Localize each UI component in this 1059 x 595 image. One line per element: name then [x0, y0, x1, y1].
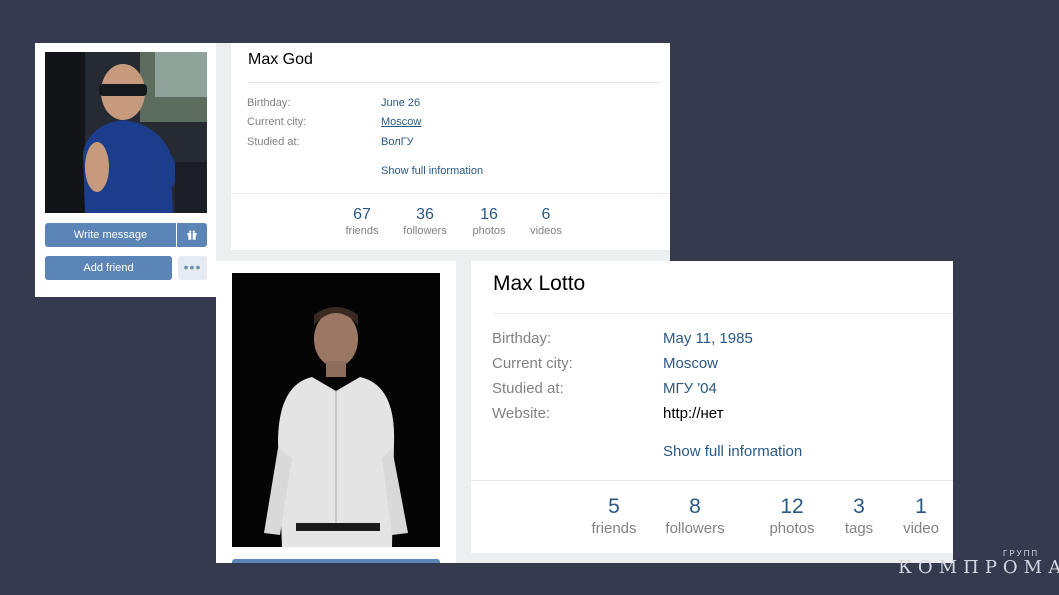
birthday-value[interactable]: May 11, 1985: [663, 330, 753, 347]
stat-label: tags: [844, 520, 874, 537]
profile-sidebar: Write message Add friend •••: [35, 43, 216, 297]
write-message-button[interactable]: [232, 559, 440, 563]
stat-count: 5: [608, 495, 620, 518]
profile-photo[interactable]: [45, 52, 207, 213]
birthday-label: Birthday:: [247, 97, 291, 109]
stat-label: videos: [530, 225, 562, 237]
profile-card-max-god: Write message Add friend ••• Max God Bir…: [35, 43, 670, 297]
stat-label: followers: [403, 225, 447, 237]
stat-count: 36: [416, 206, 434, 223]
profile-sidebar: [216, 261, 456, 563]
stat-videos[interactable]: 6 videos: [520, 206, 572, 238]
current-city-value[interactable]: Moscow: [381, 116, 421, 128]
birthday-value[interactable]: June 26: [381, 97, 420, 109]
current-city-label: Current city:: [492, 355, 573, 372]
send-gift-button[interactable]: [177, 223, 207, 247]
stat-label: friends: [345, 225, 379, 237]
show-full-information-link[interactable]: Show full information: [663, 443, 802, 460]
current-city-label: Current city:: [247, 116, 307, 128]
stat-video[interactable]: 1 video: [893, 495, 949, 539]
stat-friends[interactable]: 5 friends: [583, 495, 645, 539]
studied-at-value[interactable]: ВолГУ: [381, 136, 414, 148]
stat-followers[interactable]: 36 followers: [395, 206, 455, 238]
studied-at-value[interactable]: МГУ '04: [663, 380, 717, 397]
stat-count: 67: [353, 206, 371, 223]
stat-photos[interactable]: 16 photos: [463, 206, 515, 238]
stat-label: photos: [472, 225, 506, 237]
divider: [493, 313, 953, 314]
stat-count: 6: [541, 206, 551, 223]
stat-friends[interactable]: 67 friends: [337, 206, 387, 238]
stat-count: 12: [780, 495, 804, 518]
stat-followers[interactable]: 8 followers: [658, 495, 732, 539]
profile-card-max-lotto: Max Lotto Birthday: May 11, 1985 Current…: [216, 261, 953, 563]
current-city-value[interactable]: Moscow: [663, 355, 718, 372]
divider: [471, 480, 953, 481]
stat-label: video: [903, 520, 939, 537]
stat-count: 8: [689, 495, 701, 518]
stat-label: photos: [769, 520, 815, 537]
divider: [231, 193, 670, 194]
website-label: Website:: [492, 405, 551, 422]
profile-photo[interactable]: [232, 273, 440, 547]
write-message-button[interactable]: Write message: [45, 223, 176, 247]
birthday-label: Birthday:: [492, 330, 552, 347]
profile-name: Max God: [248, 51, 313, 68]
stat-count: 3: [853, 495, 865, 518]
more-options-button[interactable]: •••: [178, 256, 207, 280]
studied-at-label: Studied at:: [247, 136, 300, 148]
add-friend-button[interactable]: Add friend: [45, 256, 172, 280]
gift-icon: [187, 230, 197, 240]
divider: [248, 82, 660, 83]
watermark-logo: КОМПРОМАТ: [898, 557, 1059, 578]
stat-label: friends: [591, 520, 637, 537]
profile-info-panel: Max Lotto Birthday: May 11, 1985 Current…: [471, 261, 953, 553]
website-value[interactable]: http://нет: [663, 405, 724, 422]
stat-count: 16: [480, 206, 498, 223]
stat-photos[interactable]: 12 photos: [757, 495, 827, 539]
stat-label: followers: [665, 520, 725, 537]
show-full-information-link[interactable]: Show full information: [381, 165, 483, 177]
profile-name: Max Lotto: [493, 272, 586, 295]
studied-at-label: Studied at:: [492, 380, 564, 397]
stat-count: 1: [915, 495, 927, 518]
stat-tags[interactable]: 3 tags: [833, 495, 885, 539]
profile-info-panel: Max God Birthday: June 26 Current city: …: [231, 43, 670, 250]
